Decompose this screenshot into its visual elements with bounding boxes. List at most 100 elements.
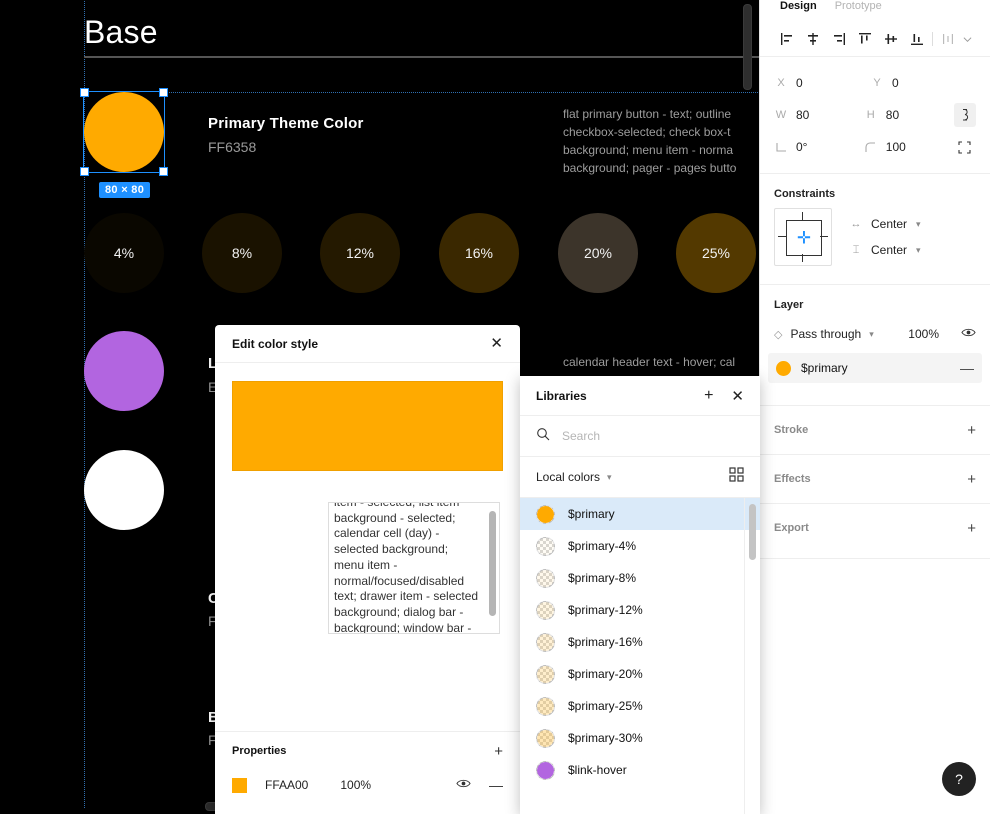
- fill-style-row[interactable]: $primary —: [768, 353, 982, 383]
- list-item[interactable]: $primary-16%: [520, 626, 760, 658]
- list-item-label: $primary: [568, 507, 615, 521]
- horizontal-constraint-select[interactable]: ↔ Center ▾: [850, 211, 921, 237]
- list-item[interactable]: $primary-4%: [520, 530, 760, 562]
- resize-handle-top-left[interactable]: [80, 88, 89, 97]
- stroke-section[interactable]: Stroke +: [760, 405, 990, 454]
- search-input[interactable]: [560, 428, 724, 444]
- independent-corners-icon[interactable]: [954, 135, 976, 159]
- chevron-down-icon[interactable]: [961, 26, 973, 52]
- list-item[interactable]: $primary-8%: [520, 562, 760, 594]
- list-item-label: $primary-25%: [568, 699, 643, 713]
- tint-circle-4[interactable]: 4%: [84, 213, 164, 293]
- canvas-vertical-scrollbar[interactable]: [743, 4, 752, 90]
- tab-prototype[interactable]: Prototype: [835, 0, 882, 12]
- list-item[interactable]: $primary-30%: [520, 722, 760, 754]
- corner-radius-icon: [864, 141, 878, 153]
- list-item[interactable]: $primary: [520, 498, 760, 530]
- size-row: W 80 H 80: [774, 99, 976, 131]
- align-top-icon[interactable]: [852, 26, 878, 52]
- local-colors-row[interactable]: Local colors ▾: [520, 457, 760, 498]
- chevron-down-icon: ▾: [916, 218, 921, 229]
- remove-property-icon[interactable]: —: [489, 777, 503, 793]
- tint-label: 16%: [464, 245, 494, 261]
- tint-label: 20%: [583, 245, 613, 261]
- vertical-constraint-select[interactable]: ⌶ Center ▾: [850, 237, 921, 263]
- list-item[interactable]: $primary-20%: [520, 658, 760, 690]
- chevron-down-icon[interactable]: ▾: [607, 472, 612, 483]
- x-field[interactable]: X 0: [774, 76, 870, 90]
- add-property-icon[interactable]: +: [494, 743, 503, 760]
- layer-opacity-value[interactable]: 100%: [908, 327, 939, 341]
- layer-blend-row: ◇ Pass through ▾ 100%: [760, 319, 990, 349]
- description-scrollbar[interactable]: [489, 511, 496, 616]
- distribute-icon[interactable]: [935, 26, 961, 52]
- close-icon[interactable]: ✕: [490, 336, 503, 351]
- libraries-scroll-track[interactable]: [744, 498, 760, 814]
- tint-circle-25[interactable]: 25%: [676, 213, 756, 293]
- color-dot: [536, 568, 555, 588]
- add-library-icon[interactable]: +: [704, 387, 713, 405]
- color-preview[interactable]: [232, 381, 503, 471]
- grid-view-icon[interactable]: [729, 467, 744, 487]
- y-label: Y: [873, 77, 881, 89]
- libraries-list[interactable]: $primary $primary-4% $primary-8% $primar…: [520, 498, 760, 814]
- y-field[interactable]: Y 0: [870, 76, 966, 90]
- effects-section[interactable]: Effects +: [760, 454, 990, 503]
- add-export-icon[interactable]: +: [967, 520, 976, 537]
- close-icon[interactable]: ✕: [731, 387, 744, 405]
- list-item-label: $primary-12%: [568, 603, 643, 617]
- constraint-tick-left: [778, 236, 786, 237]
- tint-circle-12[interactable]: 12%: [320, 213, 400, 293]
- resize-handle-bottom-left[interactable]: [80, 167, 89, 176]
- list-item-label: $primary-16%: [568, 635, 643, 649]
- libraries-scrollbar[interactable]: [749, 504, 756, 560]
- visibility-eye-icon[interactable]: [961, 327, 976, 341]
- description-textarea[interactable]: item - selected; list item background - …: [328, 502, 500, 634]
- help-button[interactable]: ?: [942, 762, 976, 796]
- align-right-icon[interactable]: [826, 26, 852, 52]
- y-value: 0: [892, 76, 899, 90]
- tint-label: 8%: [231, 245, 253, 261]
- tint-circle-20[interactable]: 20%: [558, 213, 638, 293]
- width-field[interactable]: W 80: [774, 108, 864, 122]
- lock-aspect-ratio-icon[interactable]: [953, 103, 976, 127]
- libraries-search-row[interactable]: [520, 416, 760, 457]
- corner-radius-field[interactable]: 100: [864, 140, 954, 154]
- property-color-swatch[interactable]: [232, 777, 247, 793]
- list-item-label: $primary-8%: [568, 571, 637, 585]
- rotation-field[interactable]: 0°: [774, 140, 864, 154]
- list-item[interactable]: $primary-12%: [520, 594, 760, 626]
- add-stroke-icon[interactable]: +: [967, 422, 976, 439]
- tint-circle-16[interactable]: 16%: [439, 213, 519, 293]
- align-left-icon[interactable]: [774, 26, 800, 52]
- height-field[interactable]: H 80: [864, 108, 954, 122]
- selection-box[interactable]: [80, 88, 168, 176]
- white-swatch[interactable]: [84, 450, 164, 530]
- property-hex-value[interactable]: FFAA00: [265, 778, 308, 792]
- resize-handle-top-right[interactable]: [159, 88, 168, 97]
- blend-mode-value[interactable]: Pass through: [790, 327, 861, 341]
- add-effect-icon[interactable]: +: [967, 471, 976, 488]
- align-bottom-icon[interactable]: [904, 26, 930, 52]
- alignment-guide: [164, 92, 760, 93]
- list-item[interactable]: $primary-25%: [520, 690, 760, 722]
- tab-design[interactable]: Design: [780, 0, 817, 12]
- property-opacity-value[interactable]: 100%: [340, 778, 371, 792]
- tint-circle-8[interactable]: 8%: [202, 213, 282, 293]
- properties-title: Properties: [232, 745, 287, 757]
- align-horizontal-center-icon[interactable]: [800, 26, 826, 52]
- link-hover-swatch[interactable]: [84, 331, 164, 411]
- property-row[interactable]: FFAA00 100% —: [215, 770, 520, 800]
- chevron-down-icon[interactable]: ▾: [869, 329, 874, 340]
- constraints-widget[interactable]: ✛: [774, 208, 832, 266]
- remove-fill-icon[interactable]: —: [960, 360, 974, 376]
- alignment-toolbar: [760, 22, 990, 57]
- tint-label: 12%: [345, 245, 375, 261]
- visibility-eye-icon[interactable]: [456, 776, 471, 794]
- export-section[interactable]: Export +: [760, 503, 990, 552]
- align-vertical-center-icon[interactable]: [878, 26, 904, 52]
- primary-color-name: Primary Theme Color: [208, 115, 364, 132]
- fill-color-swatch[interactable]: [776, 360, 791, 376]
- resize-handle-bottom-right[interactable]: [159, 167, 168, 176]
- list-item[interactable]: $link-hover: [520, 754, 760, 786]
